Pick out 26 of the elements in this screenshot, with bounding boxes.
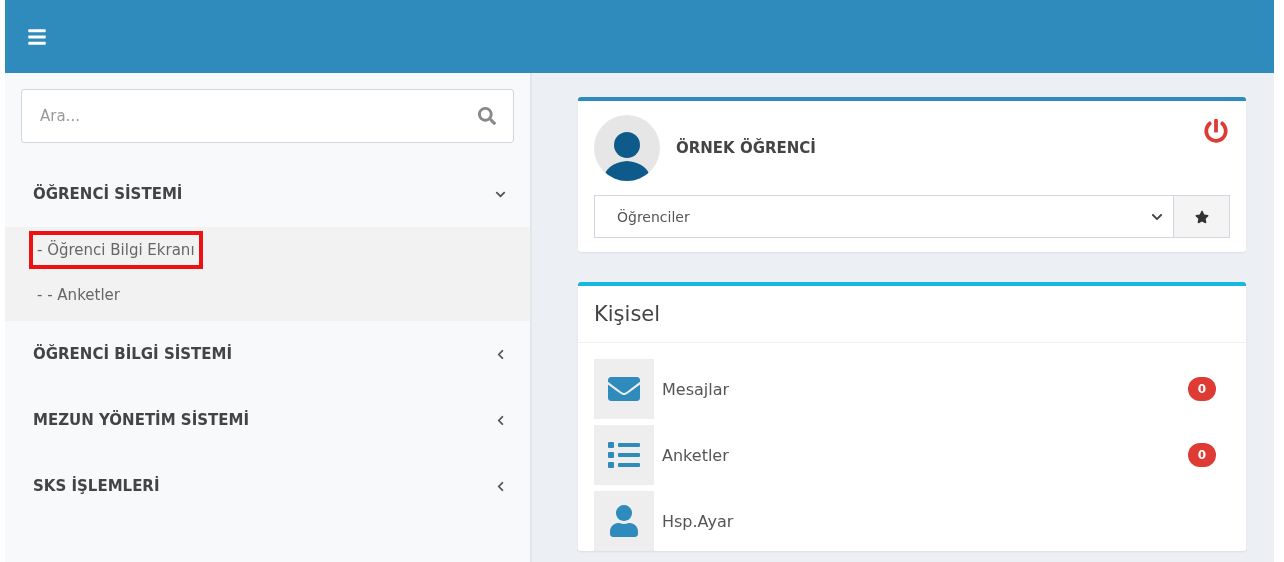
user-name: ÖRNEK ÖĞRENCİ [676, 139, 816, 157]
count-badge: 0 [1187, 443, 1216, 467]
list-icon[interactable] [594, 425, 654, 485]
submenu-item[interactable]: - Öğrenci Bilgi Ekranı [29, 230, 203, 269]
menu-group[interactable]: SKS İŞLEMLERİ [5, 453, 530, 519]
card-title: Kişisel [578, 286, 1246, 343]
envelope-icon[interactable] [594, 359, 654, 419]
star-icon [1194, 209, 1209, 224]
user-icon[interactable] [594, 491, 654, 551]
link-label[interactable]: Anketler [662, 445, 1180, 465]
link-label[interactable]: Hsp.Ayar [662, 511, 1230, 531]
chevron-left-icon [495, 414, 506, 426]
favorite-button[interactable] [1174, 195, 1230, 238]
menu-group[interactable]: ÖĞRENCİ SİSTEMİ [5, 161, 530, 227]
link-label[interactable]: Mesajlar [662, 379, 1180, 399]
search-field[interactable]: Ara... [21, 89, 514, 143]
menu-group[interactable]: MEZUN YÖNETİM SİSTEMİ [5, 387, 530, 453]
submenu-item[interactable]: - - Anketler [29, 275, 128, 314]
search-icon[interactable] [478, 107, 496, 125]
role-select[interactable]: Öğrenciler [594, 195, 1174, 238]
count-badge: 0 [1187, 377, 1216, 401]
menu-group[interactable]: ÖĞRENCİ BİLGİ SİSTEMİ [5, 321, 530, 387]
chevron-left-icon [495, 480, 506, 492]
power-icon[interactable] [1204, 119, 1228, 143]
menu-icon[interactable] [27, 26, 47, 47]
chevron-left-icon [495, 348, 506, 360]
